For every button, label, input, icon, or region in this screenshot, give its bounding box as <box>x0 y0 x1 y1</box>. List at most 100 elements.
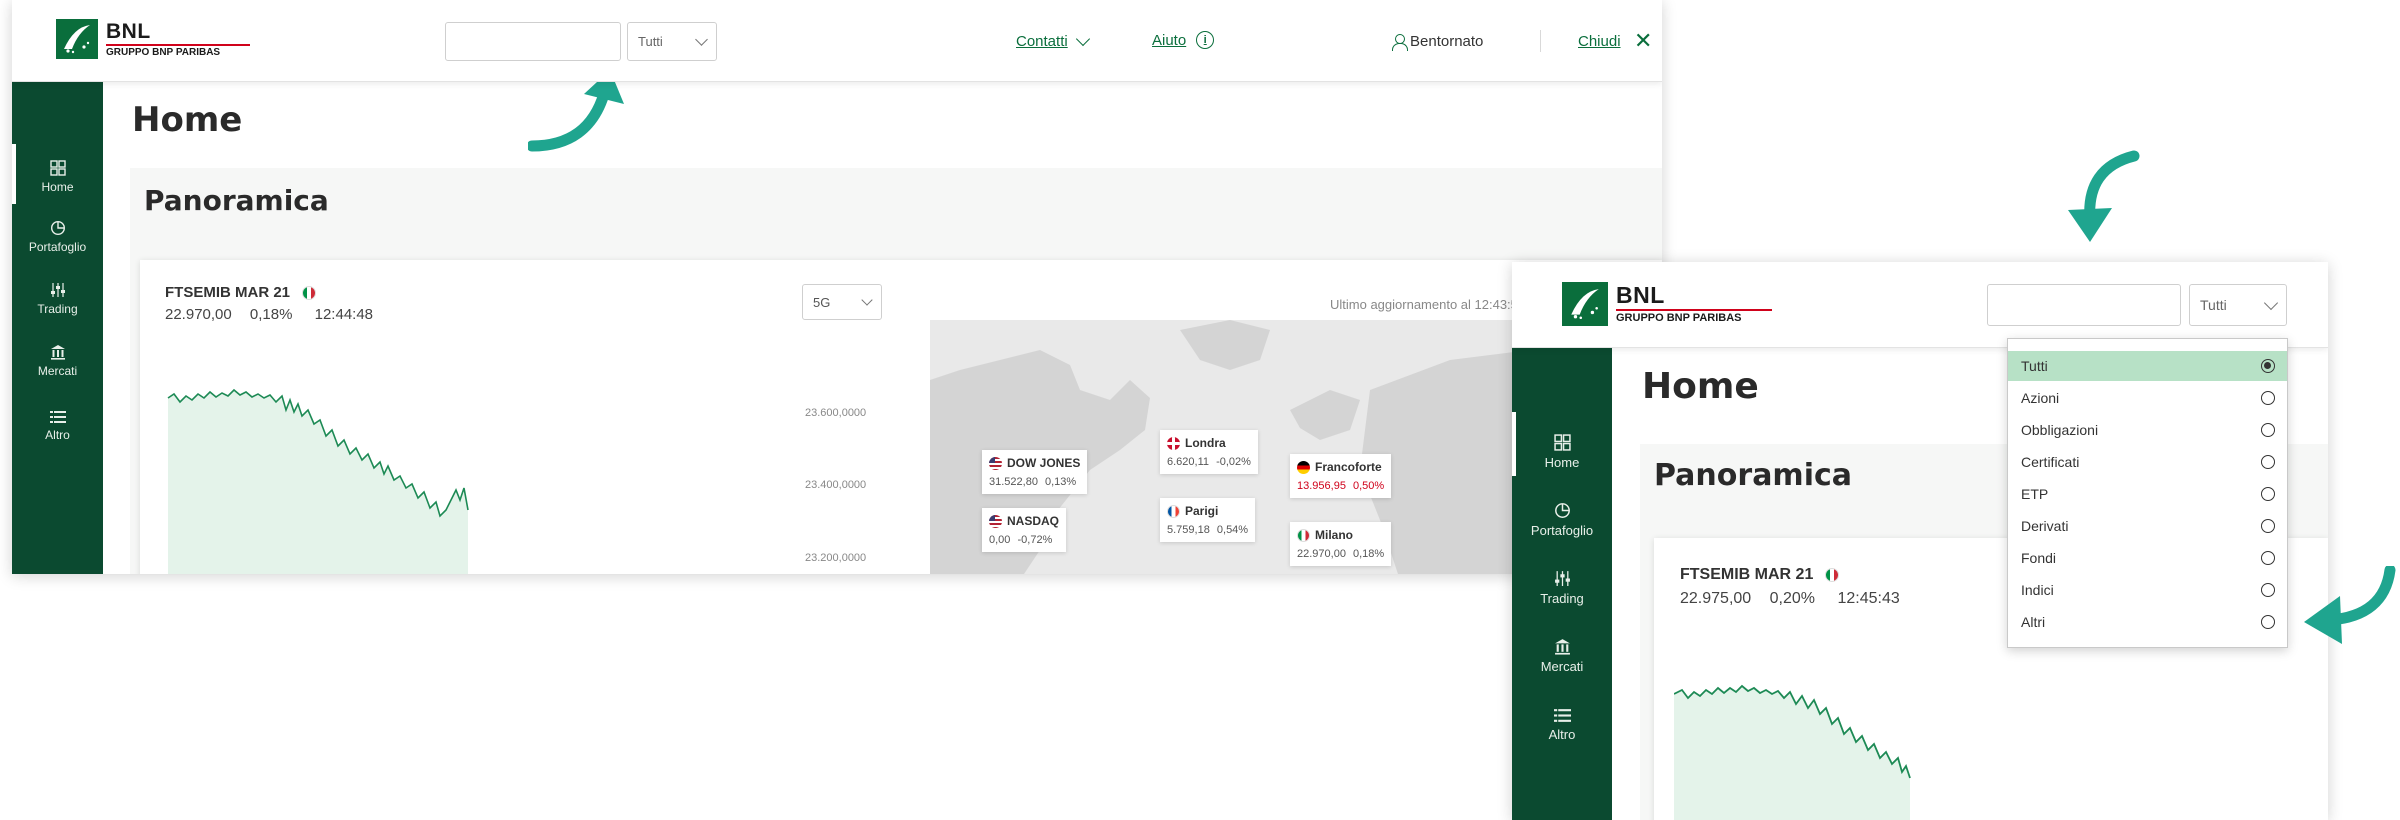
bnl-logo[interactable]: BNL GRUPPO BNP PARIBAS <box>1562 282 1772 326</box>
index-chart-area <box>168 390 468 574</box>
sidebar-item-label: Mercati <box>37 364 78 378</box>
logo-subtitle: GRUPPO BNP PARIBAS <box>1616 312 1742 324</box>
radio-icon <box>2261 487 2275 501</box>
logo-name: BNL <box>106 19 151 43</box>
close-icon[interactable]: ✕ <box>1634 30 1652 52</box>
pie-chart-icon <box>50 220 65 236</box>
sidebar-item-altro[interactable]: Altro <box>12 410 103 442</box>
sidebar-item-label: Trading <box>1540 591 1584 606</box>
market-milano[interactable]: Milano 22.970,00 0,18% <box>1290 522 1392 566</box>
dropdown-option-label: Obbligazioni <box>2021 422 2099 438</box>
contacts-link[interactable]: Contatti <box>1016 31 1090 50</box>
screenshot-search-filter: BNL GRUPPO BNP PARIBAS Tutti Home Portaf… <box>1512 262 2328 820</box>
market-name: DOW JONES <box>1007 456 1081 470</box>
bnl-logo[interactable]: BNL GRUPPO BNP PARIBAS <box>56 19 250 59</box>
dropdown-option-label: Tutti <box>2021 358 2048 374</box>
filter-select-value: Tutti <box>638 34 663 49</box>
market-change: 0,54% <box>1216 524 1249 536</box>
sidebar-item-home[interactable]: Home <box>12 160 103 194</box>
sliders-icon <box>1554 571 1570 586</box>
list-icon <box>49 411 66 423</box>
period-select[interactable]: 5G <box>802 284 882 320</box>
chevron-down-icon <box>695 32 708 46</box>
market-change: -0,72% <box>1017 534 1053 546</box>
radio-icon <box>2261 455 2275 469</box>
overview-panel: Panoramica FTSEMIB MAR 21 22.970,00 0,18… <box>130 168 1662 574</box>
y-axis-tick: 23.600,0000 <box>805 407 867 419</box>
dropdown-option-altri[interactable]: Altri <box>2008 607 2287 637</box>
last-update: Ultimo aggiornamento al 12:43:5 <box>1330 297 1518 312</box>
dropdown-option-indici[interactable]: Indici <box>2008 575 2287 605</box>
index-name[interactable]: FTSEMIB MAR 21 <box>165 284 317 301</box>
market-change: 0,18% <box>1353 548 1385 560</box>
sidebar-item-portafoglio[interactable]: Portafoglio <box>12 220 103 254</box>
chevron-down-icon <box>2263 295 2279 310</box>
market-value: 13.956,95 <box>1297 480 1346 492</box>
market-change: 0,50% <box>1353 480 1385 492</box>
help-label: Aiuto <box>1152 31 1187 49</box>
dropdown-option-label: Altri <box>2021 614 2046 630</box>
header-divider <box>1540 30 1541 52</box>
market-value: 22.970,00 <box>1297 548 1346 560</box>
market-londra[interactable]: Londra 6.620,11 -0,02% <box>1160 430 1258 474</box>
dropdown-option-obbligazioni[interactable]: Obbligazioni <box>2008 415 2287 445</box>
sidebar-item-trading[interactable]: Trading <box>12 282 103 316</box>
dropdown-option-azioni[interactable]: Azioni <box>2008 383 2287 413</box>
sidebar-item-mercati[interactable]: Mercati <box>12 344 103 378</box>
info-icon: i <box>1196 31 1215 49</box>
index-change: 0,20% <box>1769 590 1816 607</box>
index-value: 22.970,00 <box>165 306 232 323</box>
index-name[interactable]: FTSEMIB MAR 21 <box>1680 566 1840 584</box>
index-values: 22.975,00 0,20% 12:45:43 <box>1680 590 1900 608</box>
dropdown-option-derivati[interactable]: Derivati <box>2008 511 2287 541</box>
index-time: 12:45:43 <box>1837 590 1900 607</box>
market-parigi[interactable]: Parigi 5.759,18 0,54% <box>1160 498 1256 542</box>
sidebar-item-label: Altro <box>1548 727 1576 742</box>
sidebar-item-trading[interactable]: Trading <box>1512 570 1612 606</box>
logout-link[interactable]: Chiudi <box>1578 33 1621 50</box>
filter-select[interactable]: Tutti <box>2189 284 2287 326</box>
market-dow-jones[interactable]: DOW JONES 31.522,80 0,13% <box>982 450 1088 494</box>
contacts-label: Contatti <box>1016 33 1068 50</box>
user-greeting[interactable]: Bentornato <box>1392 33 1484 51</box>
dropdown-option-certificati[interactable]: Certificati <box>2008 447 2287 477</box>
market-francoforte[interactable]: Francoforte 13.956,95 0,50% <box>1290 454 1392 498</box>
dropdown-option-fondi[interactable]: Fondi <box>2008 543 2287 573</box>
market-nasdaq[interactable]: NASDAQ 0,00 -0,72% <box>982 508 1067 552</box>
us-flag-icon <box>989 456 1002 470</box>
bnp-stars-icon <box>56 19 98 59</box>
page-title: Home <box>132 100 243 140</box>
sidebar: Home Portafoglio Trading Mercati Altro <box>1512 348 1612 820</box>
sidebar-item-portafoglio[interactable]: Portafoglio <box>1512 502 1612 538</box>
sidebar-item-altro[interactable]: Altro <box>1512 708 1612 742</box>
search-input[interactable] <box>1987 284 2181 326</box>
dropdown-option-etp[interactable]: ETP <box>2008 479 2287 509</box>
y-axis-tick: 23.200,0000 <box>805 552 867 564</box>
radio-icon <box>2261 519 2275 533</box>
filter-dropdown-menu: Tutti Azioni Obbligazioni Certificati ET… <box>2007 338 2288 648</box>
chevron-down-icon <box>861 294 873 306</box>
dropdown-option-label: Azioni <box>2021 390 2060 406</box>
index-change: 0,18% <box>249 306 293 323</box>
sidebar-item-label: Trading <box>37 302 78 316</box>
index-name-text: FTSEMIB MAR 21 <box>165 284 291 301</box>
greeting-label: Bentornato <box>1410 33 1484 50</box>
filter-select[interactable]: Tutti <box>627 22 717 61</box>
filter-select-value: Tutti <box>2200 297 2227 313</box>
dashboard-icon <box>49 160 66 176</box>
radio-icon <box>2261 423 2275 437</box>
screenshot-home-overview: BNL GRUPPO BNP PARIBAS Tutti Contatti Ai… <box>12 0 1662 574</box>
bank-icon <box>50 345 65 360</box>
market-name: NASDAQ <box>1007 514 1060 528</box>
market-name: Londra <box>1185 436 1226 450</box>
market-value: 5.759,18 <box>1167 524 1210 536</box>
help-link[interactable]: Aiuto i <box>1152 31 1215 49</box>
market-value: 0,00 <box>989 534 1011 546</box>
market-change: -0,02% <box>1216 456 1251 468</box>
search-input[interactable] <box>445 22 621 61</box>
sidebar-item-home[interactable]: Home <box>1512 434 1612 470</box>
dropdown-option-tutti[interactable]: Tutti <box>2008 351 2287 381</box>
it-flag-icon <box>1297 528 1310 542</box>
sidebar-item-mercati[interactable]: Mercati <box>1512 638 1612 674</box>
it-flag-icon <box>302 285 317 300</box>
